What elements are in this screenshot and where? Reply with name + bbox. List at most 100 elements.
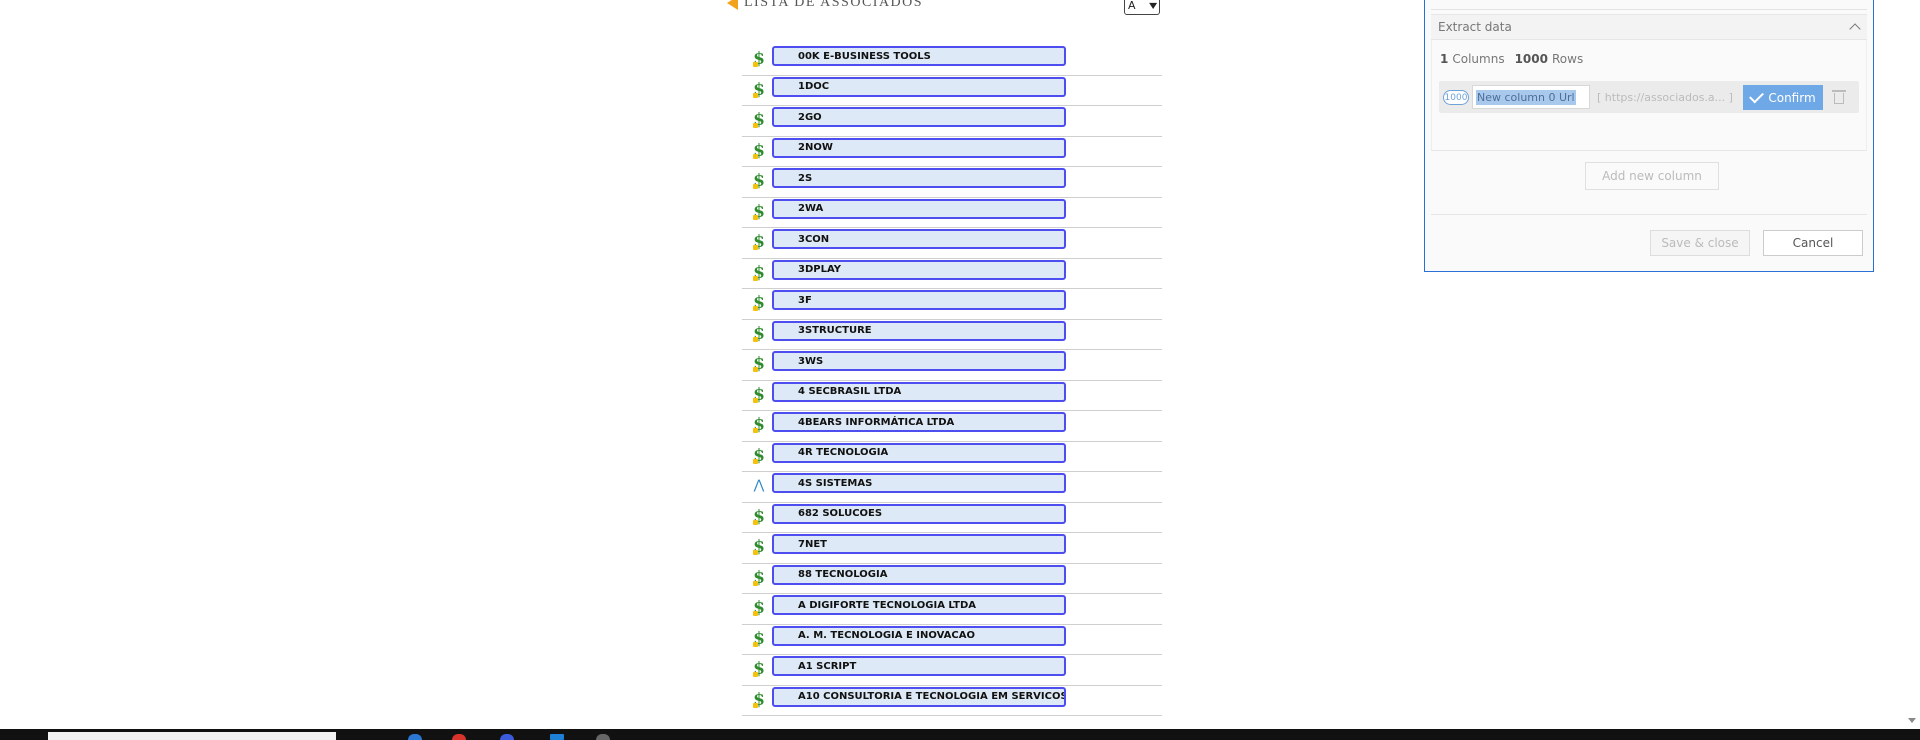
dollar-icon: $ [753, 506, 765, 527]
associate-button[interactable]: 00K E-BUSINESS TOOLS [772, 46, 1066, 66]
add-column-button[interactable]: Add new column [1585, 162, 1719, 190]
dollar-icon: $ [753, 689, 765, 710]
list-item: $2GO [742, 106, 1162, 137]
rows-count: 1000 [1514, 52, 1548, 66]
list-item: $2NOW [742, 137, 1162, 167]
associate-button[interactable]: 7NET [772, 534, 1066, 554]
column-name-input[interactable]: New column 0 Url [1472, 85, 1590, 109]
column-url-preview: [ https://associados.a... ] [1597, 91, 1733, 104]
associate-button[interactable]: 3DPLAY [772, 259, 1066, 280]
associate-button[interactable]: 2NOW [772, 137, 1066, 158]
dollar-icon: $ [753, 171, 765, 191]
list-item: $3CON [742, 228, 1162, 259]
page-title: LISTA DE ASSOCIADOS [744, 0, 924, 10]
extract-data-panel: Extract data 1 Columns 1000 Rows 1000 Ne… [1424, 0, 1874, 272]
cancel-button[interactable]: Cancel [1763, 230, 1863, 256]
extraction-counts: 1 Columns 1000 Rows [1440, 52, 1583, 66]
taskbar-app-icon[interactable] [500, 734, 514, 740]
list-item: $2S [742, 167, 1162, 198]
list-item: $4 SECBRASIL LTDA [742, 381, 1162, 411]
list-item: $4BEARS INFORMÁTICA LTDA [742, 411, 1162, 442]
associate-button[interactable]: 3F [772, 290, 1066, 310]
list-item: $00K E-BUSINESS TOOLS [742, 45, 1162, 76]
list-item: $4R TECNOLOGIA [742, 442, 1162, 472]
taskbar-app-icon[interactable] [550, 734, 564, 740]
list-item: $ A10 CONSULTORIA E TECNOLOGIA EM SERVICO… [742, 686, 1162, 716]
taskbar-app-icon[interactable] [452, 734, 466, 740]
associate-button[interactable]: 2S [772, 168, 1066, 188]
taskbar-app-icon[interactable] [408, 734, 422, 740]
associate-button[interactable]: 3WS [772, 351, 1066, 371]
dollar-icon: $ [753, 628, 765, 649]
panel-footer-divider [1431, 214, 1867, 215]
extract-data-title: Extract data [1438, 20, 1512, 34]
associate-button[interactable]: 4BEARS INFORMÁTICA LTDA [772, 412, 1066, 432]
list-item: $88 TECNOLOGIA [742, 564, 1162, 594]
associate-button[interactable]: 2WA [772, 198, 1066, 219]
associate-button[interactable]: 1DOC [772, 76, 1066, 97]
associate-button[interactable]: 2GO [772, 107, 1066, 127]
associate-button[interactable]: 4S SISTEMAS [772, 473, 1066, 493]
list-item: $1DOC [742, 76, 1162, 106]
confirm-button[interactable]: Confirm [1743, 85, 1823, 110]
column-count-badge: 1000 [1443, 90, 1469, 105]
extract-data-header[interactable]: Extract data [1431, 14, 1867, 40]
associate-button[interactable]: A. M. TECNOLOGIA E INOVACAO [772, 625, 1066, 646]
save-close-button[interactable]: Save & close [1650, 230, 1750, 256]
chevron-up-icon[interactable] [1849, 23, 1861, 35]
dollar-icon: $ [753, 140, 765, 161]
list-item: $3WS [742, 350, 1162, 381]
letter-filter-value: A [1128, 0, 1136, 12]
associate-button[interactable]: 88 TECNOLOGIA [772, 564, 1066, 585]
column-name-value: New column 0 Url [1476, 89, 1576, 105]
associate-button[interactable]: 4R TECNOLOGIA [772, 442, 1066, 463]
dollar-icon: $ [753, 537, 765, 557]
list-item: $ A1 SCRIPT [742, 655, 1162, 686]
dollar-icon: $ [753, 384, 765, 405]
columns-label: Columns [1452, 52, 1505, 66]
dollar-icon: $ [753, 79, 765, 100]
list-item: $ A DIGIFORTE TECNOLOGIA LTDA [742, 594, 1162, 625]
associate-button[interactable]: A DIGIFORTE TECNOLOGIA LTDA [772, 595, 1066, 615]
dollar-icon: $ [753, 598, 765, 618]
associate-button[interactable]: A1 SCRIPT [772, 656, 1066, 676]
chevron-down-icon: ▼ [1148, 1, 1157, 10]
header-marker-icon [727, 0, 738, 10]
panel-top-strip [1431, 1, 1867, 10]
column-editor-row: 1000 New column 0 Url [ https://associad… [1439, 81, 1859, 113]
dollar-icon: $ [753, 232, 765, 252]
list-item: ⋀ 4S SISTEMAS [742, 472, 1162, 503]
dollar-icon: $ [753, 445, 765, 466]
list-item: $682 SOLUCOES [742, 503, 1162, 533]
taskbar-search-box[interactable] [48, 732, 336, 740]
list-item: $3DPLAY [742, 259, 1162, 289]
associate-button[interactable]: 4 SECBRASIL LTDA [772, 381, 1066, 402]
dollar-icon: $ [753, 415, 765, 435]
associate-button[interactable]: A10 CONSULTORIA E TECNOLOGIA EM SERVICOS [772, 686, 1066, 707]
dollar-icon: $ [753, 201, 765, 222]
dollar-icon: $ [753, 567, 765, 588]
taskbar-app-icon[interactable] [596, 734, 610, 740]
dollar-icon: $ [753, 262, 765, 283]
dollar-icon: $ [753, 293, 765, 313]
list-item: $3STRUCTURE [742, 320, 1162, 350]
list-item: $2WA [742, 198, 1162, 228]
pulse-icon: ⋀ [753, 478, 765, 493]
list-item: $ A. M. TECNOLOGIA E INOVACAO [742, 625, 1162, 655]
associate-button[interactable]: 682 SOLUCOES [772, 503, 1066, 524]
list-item: $3F [742, 289, 1162, 320]
dollar-icon: $ [753, 49, 765, 69]
trash-icon[interactable] [1832, 90, 1846, 104]
associates-list: $00K E-BUSINESS TOOLS $1DOC $2GO $2NOW $2S $2… [742, 45, 1162, 716]
dollar-icon: $ [753, 323, 765, 344]
associate-button[interactable]: 3STRUCTURE [772, 320, 1066, 341]
scroll-down-icon[interactable] [1908, 718, 1916, 723]
columns-count: 1 [1440, 52, 1449, 66]
associate-button[interactable]: 3CON [772, 229, 1066, 249]
confirm-label: Confirm [1768, 90, 1816, 105]
dollar-icon: $ [753, 110, 765, 130]
letter-filter-select[interactable]: A ▼ [1124, 0, 1160, 15]
dollar-icon: $ [753, 659, 765, 679]
rows-label: Rows [1551, 52, 1584, 66]
check-icon [1749, 88, 1765, 104]
